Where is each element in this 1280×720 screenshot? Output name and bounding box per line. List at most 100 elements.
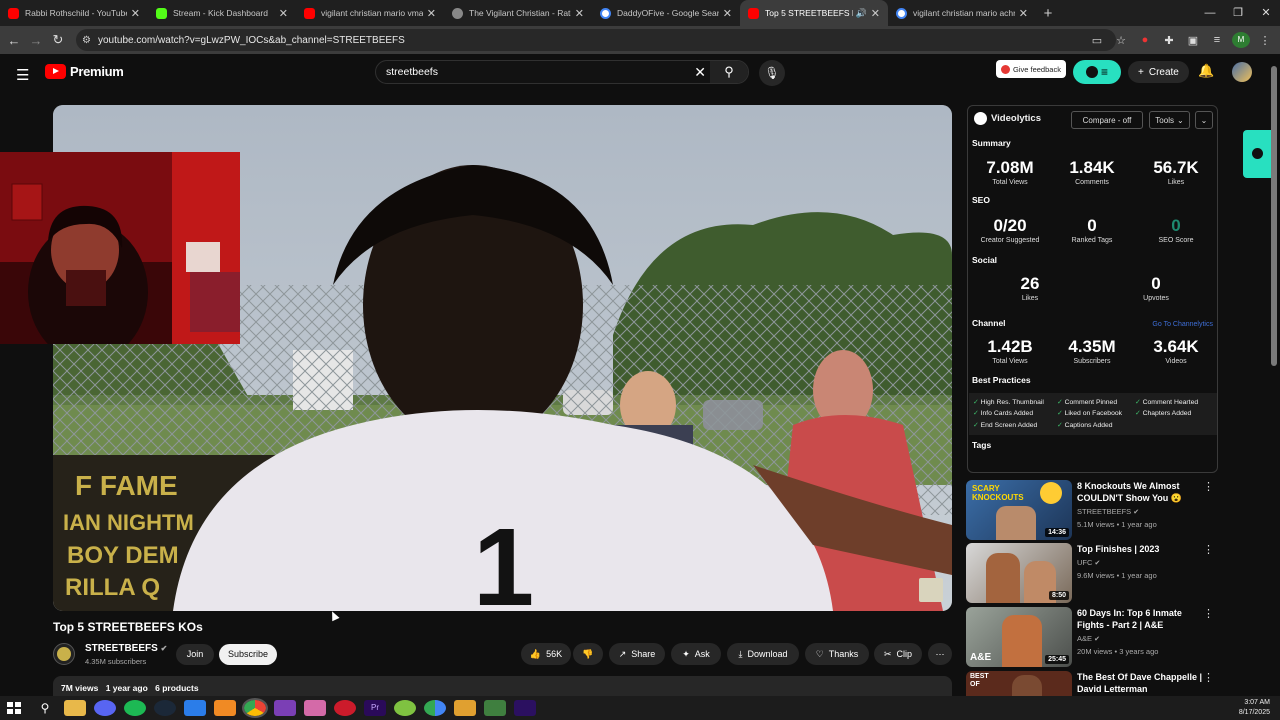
dislike-button[interactable]: 👎 bbox=[573, 643, 603, 665]
file-explorer-icon[interactable] bbox=[64, 700, 86, 716]
reload-icon[interactable]: ↻ bbox=[47, 32, 69, 48]
clear-search-icon[interactable]: ✕ bbox=[694, 64, 706, 81]
close-tab-icon[interactable]: ✕ bbox=[871, 7, 880, 20]
collapse-panel-button[interactable]: ⌄ bbox=[1195, 111, 1213, 129]
new-tab-icon[interactable]: + bbox=[1036, 0, 1060, 26]
install-icon[interactable]: ▭ bbox=[1088, 34, 1106, 47]
opera-icon[interactable] bbox=[334, 700, 356, 716]
more-vert-icon[interactable]: ⋮ bbox=[1203, 671, 1214, 684]
close-tab-icon[interactable]: ✕ bbox=[1019, 7, 1028, 20]
page-scrollbar[interactable] bbox=[1271, 62, 1277, 694]
search-icon[interactable]: ⚲ bbox=[710, 61, 748, 83]
share-button[interactable]: ↗ Share bbox=[609, 643, 665, 665]
app-icon[interactable] bbox=[274, 700, 296, 716]
app-icon[interactable] bbox=[394, 700, 416, 716]
video-thumbnail[interactable]: 8:50 bbox=[966, 543, 1072, 603]
premiere-pro-icon[interactable]: Pr bbox=[364, 700, 386, 716]
close-window-icon[interactable]: ✕ bbox=[1252, 0, 1280, 26]
youtube-logo[interactable]: Premium bbox=[45, 64, 124, 79]
app-icon[interactable] bbox=[484, 700, 506, 716]
ask-button[interactable]: ✦ Ask bbox=[671, 643, 721, 665]
youtube-play-icon bbox=[45, 64, 66, 79]
join-button[interactable]: Join bbox=[176, 644, 214, 665]
extension-red-icon[interactable]: ● bbox=[1136, 34, 1154, 46]
app-icon[interactable] bbox=[424, 700, 446, 716]
recommended-video[interactable]: SCARY KNOCKOUTS 14:36 8 Knockouts We Alm… bbox=[966, 480, 1216, 540]
video-thumbnail[interactable]: SCARY KNOCKOUTS 14:36 bbox=[966, 480, 1072, 540]
clip-button[interactable]: ✂ Clip bbox=[874, 643, 922, 665]
videolytics-panel: Videolytics Compare - off Tools ⌄ ⌄ Summa… bbox=[967, 105, 1218, 473]
system-clock[interactable]: 3:07 AM 8/17/2025 bbox=[1239, 698, 1270, 718]
site-info-icon[interactable]: ⚙ bbox=[82, 35, 91, 46]
speaker-icon[interactable]: 🔊 bbox=[856, 8, 867, 19]
channel-name[interactable]: STREETBEEFS ✔ bbox=[85, 643, 167, 654]
browser-tab[interactable]: Rabbi Rothschild - YouTube ✕ bbox=[0, 0, 148, 26]
maximize-icon[interactable]: ❐ bbox=[1224, 0, 1252, 26]
video-thumbnail[interactable]: A&E 25:45 bbox=[966, 607, 1072, 667]
profile-icon[interactable]: M bbox=[1232, 32, 1250, 48]
windows-start-icon[interactable] bbox=[4, 700, 26, 716]
close-tab-icon[interactable]: ✕ bbox=[279, 7, 288, 20]
back-icon[interactable]: ← bbox=[3, 33, 25, 48]
recommended-video[interactable]: A&E 25:45 60 Days In: Top 6 Inmate Fight… bbox=[966, 607, 1216, 667]
media-icon[interactable]: ≡ bbox=[1208, 34, 1226, 46]
banner-text: F FAME bbox=[75, 470, 178, 501]
close-tab-icon[interactable]: ✕ bbox=[723, 7, 732, 20]
recommended-video[interactable]: BEST OF The Best Of Dave Chappelle | Dav… bbox=[966, 671, 1216, 696]
extensions-puzzle-icon[interactable]: ✚ bbox=[1160, 34, 1178, 47]
bookmark-star-icon[interactable]: ☆ bbox=[1112, 34, 1130, 47]
compare-toggle[interactable]: Compare - off bbox=[1071, 111, 1143, 129]
steam-icon[interactable] bbox=[154, 700, 176, 716]
more-vert-icon[interactable]: ⋮ bbox=[1203, 543, 1214, 556]
spotify-icon[interactable] bbox=[124, 700, 146, 716]
browser-tab[interactable]: vigilant christian mario achrive✕ bbox=[888, 0, 1036, 26]
download-button[interactable]: ⤓ Download bbox=[727, 643, 799, 665]
close-tab-icon[interactable]: ✕ bbox=[427, 7, 436, 20]
photos-icon[interactable] bbox=[304, 700, 326, 716]
fighter-figure bbox=[986, 553, 1020, 603]
tools-dropdown[interactable]: Tools ⌄ bbox=[1149, 111, 1190, 129]
search-icon[interactable]: ⚲ bbox=[34, 700, 56, 716]
seo-heading: SEO bbox=[972, 195, 990, 205]
menu-icon[interactable]: ☰ bbox=[16, 66, 29, 84]
video-thumbnail[interactable]: BEST OF bbox=[966, 671, 1072, 696]
account-avatar[interactable] bbox=[1232, 62, 1252, 82]
more-vert-icon[interactable]: ⋮ bbox=[1203, 607, 1214, 620]
recommended-video[interactable]: 8:50 Top Finishes | 2023 UFC ✔ 9.6M view… bbox=[966, 543, 1216, 603]
app-icon[interactable] bbox=[454, 700, 476, 716]
notifications-bell-icon[interactable]: 🔔 bbox=[1198, 63, 1214, 79]
app-icon[interactable] bbox=[184, 700, 206, 716]
like-button[interactable]: 👍 56K bbox=[521, 643, 571, 665]
forward-icon[interactable]: → bbox=[25, 33, 47, 48]
minimize-icon[interactable]: — bbox=[1196, 0, 1224, 26]
discord-icon[interactable] bbox=[94, 700, 116, 716]
channel-avatar[interactable] bbox=[53, 643, 75, 665]
browser-tab[interactable]: DaddyOFive - Google Search ✕ bbox=[592, 0, 740, 26]
browser-menu-icon[interactable]: ⋮ bbox=[1256, 34, 1274, 47]
chrome-icon[interactable] bbox=[242, 698, 268, 718]
url-bar[interactable]: ⚙ youtube.com/watch?v=gLwzPW_IOCs&ab_cha… bbox=[76, 29, 1116, 51]
sidebar-icon[interactable]: ▣ bbox=[1184, 34, 1202, 47]
browser-tab[interactable]: Stream - Kick Dashboard ✕ bbox=[148, 0, 296, 26]
create-button[interactable]: + Create bbox=[1128, 61, 1189, 83]
vlc-icon[interactable] bbox=[214, 700, 236, 716]
go-to-channelytics-link[interactable]: Go To Channelytics bbox=[1152, 321, 1213, 328]
browser-tab[interactable]: The Vigilant Christian - Rationa✕ bbox=[444, 0, 592, 26]
videolytics-side-tab[interactable] bbox=[1243, 130, 1271, 178]
give-feedback-button[interactable]: Give feedback bbox=[996, 60, 1066, 78]
scrollbar-thumb[interactable] bbox=[1271, 66, 1277, 366]
browser-tab-active[interactable]: Top 5 STREETBEEFS KOs - Y🔊✕ bbox=[740, 0, 888, 26]
close-tab-icon[interactable]: ✕ bbox=[131, 7, 140, 20]
close-tab-icon[interactable]: ✕ bbox=[575, 7, 584, 20]
more-actions-button[interactable]: ⋯ bbox=[928, 643, 952, 665]
browser-tab[interactable]: vigilant christian mario vma - Y✕ bbox=[296, 0, 444, 26]
fighter-figure bbox=[996, 506, 1036, 540]
subscribe-button[interactable]: Subscribe bbox=[219, 644, 277, 665]
microphone-icon[interactable]: 🎙 bbox=[759, 60, 785, 86]
app-icon[interactable] bbox=[514, 700, 536, 716]
search-input[interactable]: streetbeefs ✕ ⚲ bbox=[375, 60, 749, 84]
more-vert-icon[interactable]: ⋮ bbox=[1203, 480, 1214, 493]
browser-tab-bar: Rabbi Rothschild - YouTube ✕ Stream - Kic… bbox=[0, 0, 1280, 26]
videolytics-toggle-button[interactable]: ≡ bbox=[1073, 60, 1121, 84]
thanks-button[interactable]: ♡ Thanks bbox=[805, 643, 869, 665]
